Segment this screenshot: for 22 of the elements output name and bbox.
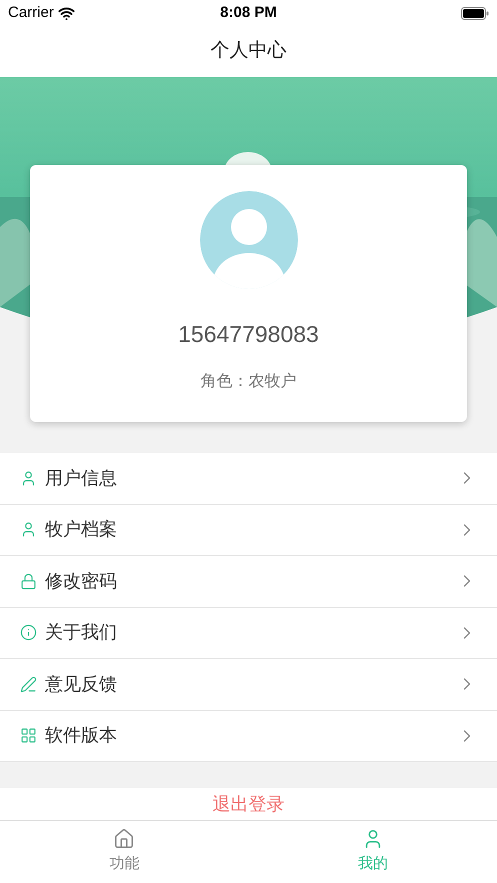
menu-item[interactable]: 关于我们 xyxy=(0,608,497,659)
carrier-text: Carrier xyxy=(8,2,54,23)
menu-item[interactable]: 意见反馈 xyxy=(0,659,497,710)
pen-icon xyxy=(20,676,37,693)
avatar-icon xyxy=(200,191,298,289)
battery-icon xyxy=(460,6,489,20)
grid-icon xyxy=(20,727,37,744)
page-title: 个人中心 xyxy=(210,39,286,64)
menu-item[interactable]: 修改密码 xyxy=(0,556,497,608)
menu-item[interactable]: 用户信息 xyxy=(0,453,497,504)
clock-text: 8:08 PM xyxy=(220,2,277,23)
info-icon xyxy=(20,624,37,642)
menu-item[interactable]: 软件版本 xyxy=(0,710,497,762)
phone-number: 15647798083 xyxy=(178,320,319,349)
person-icon xyxy=(20,521,37,538)
role-text: 角色：农牧户 xyxy=(200,372,296,392)
person-icon xyxy=(20,470,37,487)
home-icon xyxy=(113,828,136,850)
wifi-icon xyxy=(58,4,75,22)
menu-item[interactable]: 牧户档案 xyxy=(0,504,497,556)
lock-icon xyxy=(20,572,37,590)
tab-item[interactable]: 功能 xyxy=(0,821,248,883)
